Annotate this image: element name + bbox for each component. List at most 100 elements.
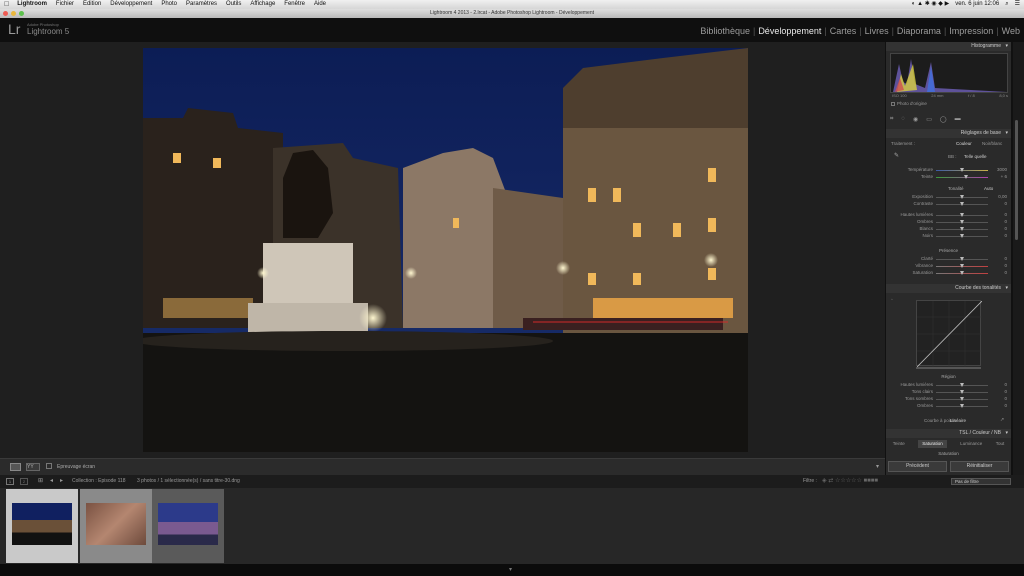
list-icon[interactable]: ☰	[1015, 0, 1020, 9]
menu-aide[interactable]: Aide	[314, 0, 326, 9]
menu-photo[interactable]: Photo	[161, 0, 177, 9]
photo-preview[interactable]	[143, 48, 748, 452]
hsl-tab-saturation[interactable]: Saturation	[918, 440, 947, 448]
adjustment-brush-icon[interactable]: ▬	[955, 116, 961, 122]
contrast-slider[interactable]: Contraste 0	[886, 201, 1011, 207]
treatment-bw-option[interactable]: Noir/blanc	[982, 141, 1002, 146]
status-icons[interactable]: ◐ ▲ ✱ ◉ ◆ ▶	[912, 0, 949, 9]
curve-darks-slider[interactable]: Tons sombres 0	[886, 396, 1011, 402]
whites-slider[interactable]: Blancs 0	[886, 226, 1011, 232]
module-bibliotheque[interactable]: Bibliothèque	[700, 26, 750, 36]
tone-curve-graph[interactable]	[916, 300, 983, 368]
grid-view-icon[interactable]: ⊞	[38, 475, 43, 488]
filter-label: Filtre :	[803, 478, 817, 484]
filmstrip-toggle-icon[interactable]: ▾	[509, 566, 512, 573]
module-diaporama[interactable]: Diaporama	[897, 26, 941, 36]
minimize-window-icon[interactable]	[11, 11, 16, 16]
clarity-slider[interactable]: Clarté 0	[886, 256, 1011, 262]
graduated-filter-icon[interactable]: ▭	[926, 116, 932, 123]
module-web[interactable]: Web	[1002, 26, 1020, 36]
filmstrip-header: 1 2 ⊞ ◂ ▸ Collection : Episode 118 3 pho…	[0, 475, 1024, 488]
forward-arrow-icon[interactable]: ▸	[60, 475, 63, 488]
before-after-button[interactable]: YY	[26, 463, 40, 471]
thumb-image-3	[158, 503, 218, 545]
vibrance-slider[interactable]: Vibrance 0	[886, 263, 1011, 269]
filter-select[interactable]: Pas de filtre	[951, 478, 1011, 485]
wb-picker-icon[interactable]: ✎	[894, 152, 899, 159]
spot-removal-icon[interactable]: ◌	[901, 116, 905, 122]
module-developpement[interactable]: Développement	[758, 26, 821, 36]
exposure-slider[interactable]: Exposition 0,00	[886, 194, 1011, 200]
curve-highlights-slider[interactable]: Hautes lumières 0	[886, 382, 1011, 388]
blacks-slider[interactable]: Noirs 0	[886, 233, 1011, 239]
clock[interactable]: ven. 6 juin 12:06	[955, 0, 999, 9]
saturation-slider[interactable]: Saturation 0	[886, 270, 1011, 276]
collection-label[interactable]: Collection : Episode 118	[72, 475, 126, 488]
histogram-info: ISO 100 24 mm f / 8 8,0 s	[892, 93, 1008, 98]
point-curve-edit-icon[interactable]: ↗	[1000, 417, 1004, 423]
module-livres[interactable]: Livres	[865, 26, 889, 36]
hsl-tab-hue[interactable]: Teinte	[893, 440, 905, 448]
filmstrip-thumb-2[interactable]	[80, 489, 152, 563]
histogram-header[interactable]: Histogramme	[886, 42, 1011, 51]
filmstrip-thumb-1[interactable]	[6, 489, 78, 563]
crop-tool-icon[interactable]: ⌗	[890, 116, 893, 123]
curve-target-icon[interactable]: ◦	[891, 297, 893, 303]
tone-curve-header[interactable]: Courbe des tonalités	[886, 284, 1011, 293]
reset-button[interactable]: Réinitialiser	[950, 461, 1009, 472]
highlights-slider[interactable]: Hautes lumières 0	[886, 212, 1011, 218]
loupe-view-button[interactable]	[10, 463, 21, 471]
original-photo-checkbox[interactable]	[891, 102, 895, 106]
tone-label: Tonalité	[948, 186, 964, 191]
filmstrip-thumb-3[interactable]	[152, 489, 224, 563]
temperature-slider[interactable]: Température 3000	[886, 167, 1011, 173]
menu-developpement[interactable]: Développement	[110, 0, 152, 9]
curve-lights-slider[interactable]: Tons clairs 0	[886, 389, 1011, 395]
wb-value[interactable]: Telle quelle	[964, 154, 987, 159]
selection-count[interactable]: 3 photos / 1 sélectionnée(s) / sans titr…	[137, 475, 240, 488]
module-impression[interactable]: Impression	[949, 26, 993, 36]
develop-right-panel: Histogramme ISO 100 24 mm f / 8 8,0 s Ph…	[886, 42, 1011, 475]
radial-filter-icon[interactable]: ◯	[940, 116, 947, 123]
tint-slider[interactable]: Teinte + 6	[886, 174, 1011, 180]
view-toolbar: YY Epreuvage écran ▾	[0, 458, 885, 475]
search-icon[interactable]: ⌕	[1005, 0, 1008, 9]
hsl-header[interactable]: TSL / Couleur / NB	[886, 429, 1011, 438]
screen-2-button[interactable]: 2	[20, 478, 28, 485]
apple-icon[interactable]: 	[4, 0, 9, 9]
treatment-color-option[interactable]: Couleur	[956, 141, 972, 146]
toolbar-menu-icon[interactable]: ▾	[876, 463, 879, 470]
night-street-photo	[143, 48, 748, 452]
zoom-window-icon[interactable]	[19, 11, 24, 16]
histogram-graph[interactable]	[890, 53, 1008, 93]
shadows-slider[interactable]: Ombres 0	[886, 219, 1011, 225]
module-cartes[interactable]: Cartes	[830, 26, 857, 36]
hsl-tab-all[interactable]: Tout	[996, 440, 1005, 448]
curve-split-slider[interactable]	[916, 367, 981, 369]
menu-affichage[interactable]: Affichage	[250, 0, 275, 9]
basic-header[interactable]: Réglages de base	[886, 129, 1011, 138]
mac-menubar:  Lightroom Fichier Edition Développemen…	[0, 0, 1024, 9]
menu-parametres[interactable]: Paramètres	[186, 0, 217, 9]
hsl-tab-luminance[interactable]: Luminance	[960, 440, 982, 448]
soft-proof-checkbox[interactable]	[46, 463, 52, 469]
menu-fichier[interactable]: Fichier	[56, 0, 74, 9]
tone-auto-button[interactable]: Auto	[984, 186, 993, 191]
menu-lightroom[interactable]: Lightroom	[17, 0, 47, 9]
menu-edition[interactable]: Edition	[83, 0, 101, 9]
panel-scrollbar-thumb[interactable]	[1015, 120, 1018, 240]
red-eye-icon[interactable]: ◉	[913, 116, 918, 123]
back-arrow-icon[interactable]: ◂	[50, 475, 53, 488]
curve-shadows-slider[interactable]: Ombres 0	[886, 403, 1011, 409]
screen-1-button[interactable]: 1	[6, 478, 14, 485]
menu-fenetre[interactable]: Fenêtre	[284, 0, 305, 9]
point-curve-select[interactable]: Linéaire	[950, 418, 966, 423]
close-window-icon[interactable]	[3, 11, 8, 16]
thumb-image-1	[12, 503, 72, 545]
menu-outils[interactable]: Outils	[226, 0, 241, 9]
rating-filter-icons[interactable]: ◈ ⇄ ☆☆☆☆☆ ■■■■	[822, 475, 878, 488]
tool-strip: ⌗ ◌ ◉ ▭ ◯ ▬	[890, 114, 1008, 124]
window-titlebar: Lightroom 4 2013 - 2.lrcat - Adobe Photo…	[0, 9, 1024, 18]
previous-button[interactable]: Précédent	[888, 461, 947, 472]
panel-scrollbar[interactable]	[1013, 42, 1024, 475]
